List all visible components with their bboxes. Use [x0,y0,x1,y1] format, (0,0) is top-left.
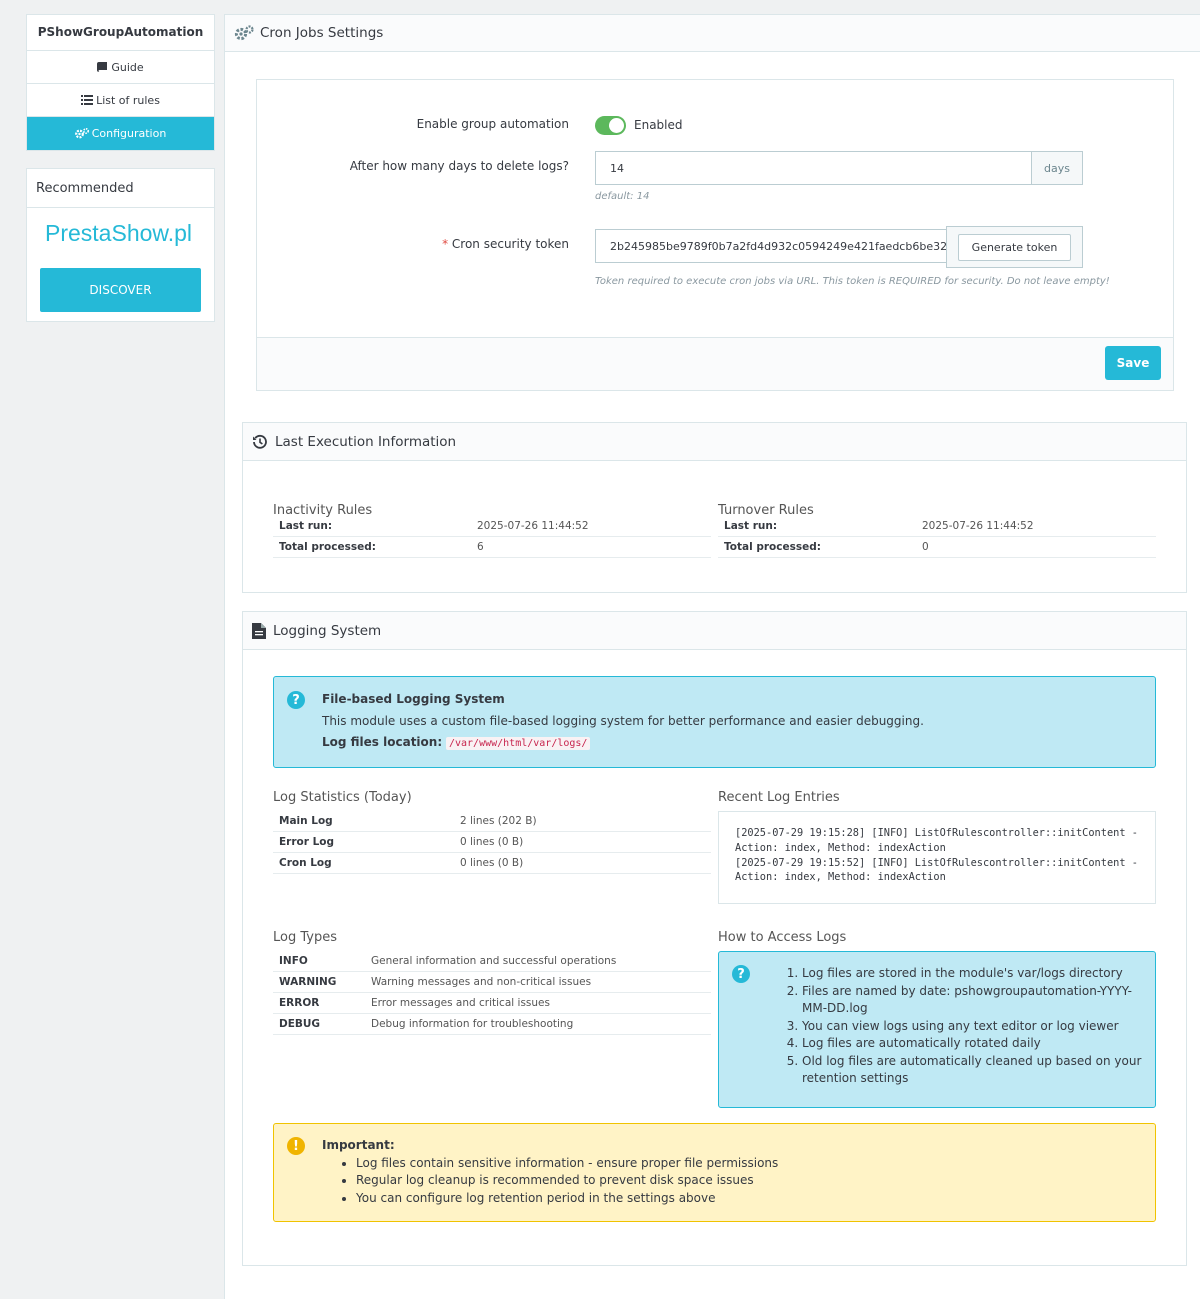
required-mark: * [442,237,449,251]
types-title: Log Types [273,930,337,945]
last-execution-header: Last Execution Information [243,423,1186,461]
log-path: /var/www/html/var/logs/ [445,737,591,750]
table-row: Error Log 0 lines (0 B) [273,832,711,853]
info-location: Log files location: /var/www/html/var/lo… [322,735,591,750]
days-help: default: 14 [595,191,650,202]
token-label: * Cron security token [442,237,569,251]
discover-button[interactable]: DISCOVER [40,268,201,312]
table-row: Cron Log 0 lines (0 B) [273,853,711,874]
sidebar-item-label: Configuration [91,127,167,140]
sidebar-item-list-of-rules[interactable]: List of rules [27,84,214,117]
access-info-alert: ? Log files are stored in the module's v… [718,951,1156,1108]
days-label: After how many days to delete logs? [349,159,569,173]
panel-title: Logging System [273,622,382,639]
sidebar-item-label: List of rules [96,93,160,107]
stats-title: Log Statistics (Today) [273,790,412,805]
question-icon: ? [287,691,305,709]
list-item: You can view logs using any text editor … [802,1018,1142,1036]
recent-log-entries: [2025-07-29 19:15:28] [INFO] ListOfRules… [718,811,1156,904]
info-title: File-based Logging System [322,692,505,706]
logging-panel: Logging System ? File-based Logging Syst… [242,611,1187,1266]
sidebar-item-guide[interactable]: Guide [27,51,214,84]
recent-title: Recent Log Entries [718,790,840,805]
enable-label: Enable group automation [416,117,569,131]
main-content: Cron Jobs Settings Enable group automati… [224,14,1200,1299]
list-item: You can configure log retention period i… [356,1190,1156,1207]
list-item: Files are named by date: pshowgroupautom… [802,983,1142,1018]
important-title: Important: [322,1138,395,1152]
access-steps: Log files are stored in the module's var… [802,965,1142,1088]
file-icon [252,622,266,639]
table-row: WARNING Warning messages and non-critical… [273,972,711,993]
recommended-title: Recommended [27,169,214,208]
types-table: INFO General information and successful o… [273,951,711,1035]
list-item: Old log files are automatically cleaned … [802,1053,1142,1088]
table-row: Total processed: 0 [718,537,1156,558]
access-title: How to Access Logs [718,930,847,945]
list-item: Log files are automatically rotated dail… [802,1035,1142,1053]
sidebar: PShowGroupAutomation Guide List of rules… [26,14,215,322]
list-icon [81,95,94,105]
stats-table: Main Log 2 lines (202 B) Error Log 0 lines… [273,811,711,874]
important-list: Log files contain sensitive information … [356,1155,1156,1207]
form-footer: Save [257,337,1173,390]
days-suffix: days [1031,151,1083,185]
info-text: This module uses a custom file-based log… [322,714,924,728]
book-icon [97,62,108,72]
important-alert: ! Important: Log files contain sensitive… [273,1123,1156,1222]
list-item: Log files are stored in the module's var… [802,965,1142,983]
inactivity-table: Last run: 2025-07-26 11:44:52 Total proce… [273,516,711,558]
last-execution-panel: Last Execution Information Inactivity Ru… [242,422,1187,593]
logging-header: Logging System [243,612,1186,650]
generate-token-button[interactable]: Generate token [957,233,1072,261]
table-row: DEBUG Debug information for troubleshooti… [273,1014,711,1035]
prestashow-brand-link[interactable]: PrestaShow.pl [27,208,214,268]
cron-settings-form: Enable group automation Enabled After ho… [256,79,1174,391]
table-row: Last run: 2025-07-26 11:44:52 [718,516,1156,537]
list-item: Log files contain sensitive information … [356,1155,1156,1172]
token-help: Token required to execute cron jobs via … [595,276,1110,287]
table-row: ERROR Error messages and critical issues [273,993,711,1014]
cron-settings-header: Cron Jobs Settings [225,15,1200,52]
save-button[interactable]: Save [1105,346,1161,380]
gears-icon [234,25,254,41]
generate-token-addon: Generate token [946,226,1083,268]
table-row: Total processed: 6 [273,537,711,558]
table-row: Last run: 2025-07-26 11:44:52 [273,516,711,537]
module-title: PShowGroupAutomation [27,15,214,51]
sidebar-item-configuration[interactable]: Configuration [27,117,214,150]
table-row: Main Log 2 lines (202 B) [273,811,711,832]
sidebar-item-label: Guide [111,60,144,74]
days-input[interactable]: 14 [595,151,1032,185]
token-label-text: Cron security token [451,237,569,251]
module-menu: PShowGroupAutomation Guide List of rules… [26,14,215,151]
recommended-box: Recommended PrestaShow.pl DISCOVER [26,168,215,322]
logging-info-alert: ? File-based Logging System This module … [273,676,1156,768]
enable-state: Enabled [634,118,683,132]
list-item: Regular log cleanup is recommended to pr… [356,1172,1156,1189]
question-icon: ? [732,965,750,983]
token-input[interactable]: 2b245985be9789f0b7a2fd4d932c0594249e421f… [595,229,947,263]
gears-icon [74,128,89,139]
history-icon [253,434,267,449]
page-title: Cron Jobs Settings [260,25,384,41]
turnover-table: Last run: 2025-07-26 11:44:52 Total proce… [718,516,1156,558]
exclamation-icon: ! [287,1137,305,1155]
panel-title: Last Execution Information [275,433,457,450]
table-row: INFO General information and successful o… [273,951,711,972]
enable-toggle[interactable] [595,116,626,135]
